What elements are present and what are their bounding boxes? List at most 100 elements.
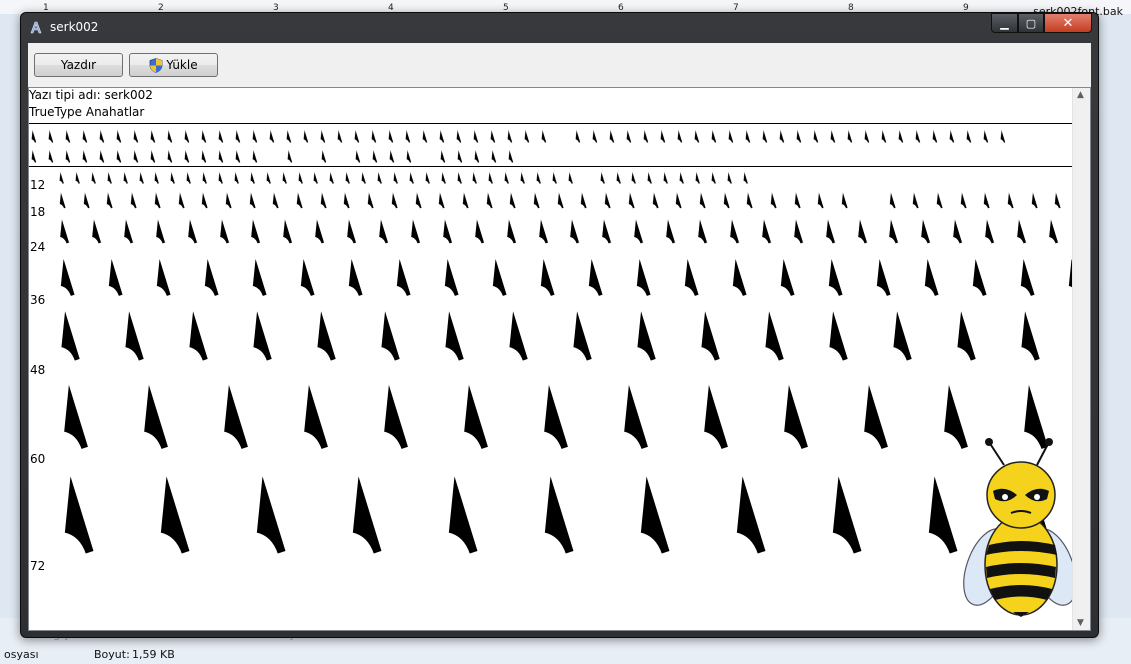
arrowhead-glyph-icon — [520, 171, 526, 185]
arrowhead-glyph-icon — [329, 171, 335, 185]
arrowhead-glyph-icon — [234, 171, 240, 185]
arrowhead-glyph-icon — [864, 129, 870, 143]
arrowhead-glyph-icon — [536, 171, 542, 185]
arrowhead-glyph-icon — [252, 149, 258, 163]
arrowhead-glyph-icon — [91, 218, 102, 244]
arrowhead-glyph-icon — [794, 191, 801, 209]
vertical-scrollbar[interactable]: ▲ ▼ — [1072, 88, 1090, 630]
arrowhead-glyph-icon — [133, 149, 139, 163]
arrowhead-glyph-icon — [949, 129, 955, 143]
close-button[interactable]: ✕ — [1044, 13, 1092, 33]
arrowhead-glyph-icon — [184, 149, 190, 163]
arrowhead-glyph-icon — [761, 218, 772, 244]
arrowhead-glyph-icon — [116, 149, 122, 163]
arrowhead-glyph-icon — [202, 171, 208, 185]
arrowhead-glyph-icon — [702, 381, 730, 451]
arrowhead-glyph-icon — [966, 129, 972, 143]
bee-mascot-icon — [963, 438, 1077, 617]
arrowhead-glyph-icon — [59, 218, 70, 244]
arrowhead-glyph-icon — [1000, 129, 1006, 143]
arrowhead-glyph-icon — [599, 171, 605, 185]
arrowhead-glyph-icon — [764, 308, 785, 362]
arrowhead-glyph-icon — [444, 257, 460, 297]
title-bar[interactable]: serk002 ▁ ▢ ✕ — [21, 13, 1098, 43]
arrowhead-glyph-icon — [150, 129, 156, 143]
arrowhead-glyph-icon — [65, 129, 71, 143]
scroll-down-arrow-icon[interactable]: ▼ — [1077, 618, 1084, 628]
arrowhead-glyph-icon — [813, 129, 819, 143]
arrowhead-glyph-icon — [888, 191, 896, 209]
arrowhead-glyph-icon — [711, 171, 717, 185]
arrowhead-glyph-icon — [588, 257, 604, 297]
arrowhead-glyph-icon — [830, 129, 836, 143]
size-label-48: 48 — [30, 363, 46, 377]
arrowhead-glyph-icon — [456, 171, 462, 185]
arrowhead-glyph-icon — [857, 218, 868, 244]
arrowhead-glyph-icon — [892, 308, 913, 362]
scroll-up-arrow-icon[interactable]: ▲ — [1077, 90, 1084, 100]
maximize-button[interactable]: ▢ — [1018, 13, 1044, 33]
install-button-label: Yükle — [166, 58, 198, 72]
arrowhead-glyph-icon — [474, 149, 480, 163]
arrowhead-glyph-icon — [592, 129, 598, 143]
arrowhead-glyph-icon — [972, 257, 988, 297]
arrowhead-glyph-icon — [876, 257, 892, 297]
arrowhead-glyph-icon — [675, 191, 683, 209]
arrowhead-glyph-icon — [568, 171, 573, 185]
arrowhead-glyph-icon — [444, 308, 465, 362]
minimize-button[interactable]: ▁ — [991, 13, 1018, 33]
arrowhead-glyph-icon — [780, 257, 796, 297]
arrowhead-glyph-icon — [932, 129, 938, 143]
arrowhead-glyph-icon — [572, 308, 593, 362]
arrowhead-glyph-icon — [684, 257, 700, 297]
font-viewer-window: serk002 ▁ ▢ ✕ Yazdır Yükle Yazı tipi adı… — [20, 12, 1099, 638]
arrowhead-glyph-icon — [898, 129, 904, 143]
size-label-12: 12 — [30, 178, 46, 192]
arrowhead-glyph-icon — [509, 191, 517, 209]
arrowhead-glyph-icon — [204, 257, 220, 297]
arrowhead-glyph-icon — [743, 171, 748, 185]
arrowhead-glyph-icon — [732, 257, 748, 297]
arrowhead-glyph-icon — [695, 171, 701, 185]
arrowhead-glyph-icon — [142, 381, 170, 451]
arrowhead-glyph-icon — [354, 129, 360, 143]
arrowhead-glyph-icon — [296, 191, 303, 209]
arrowhead-glyph-icon — [133, 129, 139, 143]
arrowhead-glyph-icon — [60, 308, 81, 362]
arrowhead-glyph-icon — [406, 149, 412, 163]
arrowhead-glyph-icon — [31, 129, 37, 143]
arrowhead-glyph-icon — [405, 129, 411, 143]
install-button[interactable]: Yükle — [129, 53, 218, 77]
arrowhead-glyph-icon — [124, 308, 145, 362]
arrowhead-glyph-icon — [473, 129, 479, 143]
arrowhead-glyph-icon — [251, 218, 261, 244]
arrowhead-glyph-icon — [321, 149, 327, 163]
arrowhead-glyph-icon — [388, 129, 394, 143]
arrowhead-glyph-icon — [462, 191, 469, 209]
arrowhead-glyph-icon — [378, 218, 389, 244]
arrowhead-glyph-icon — [462, 381, 490, 451]
arrowhead-glyph-icon — [249, 191, 256, 209]
arrowhead-glyph-icon — [138, 171, 144, 185]
arrowhead-glyph-icon — [389, 149, 395, 163]
uac-shield-icon — [149, 57, 163, 73]
arrowhead-glyph-icon — [847, 129, 853, 143]
arrowhead-glyph-icon — [303, 129, 309, 143]
arrowhead-glyph-icon — [300, 257, 316, 297]
arrowhead-glyph-icon — [83, 191, 90, 209]
arrowhead-glyph-icon — [201, 129, 207, 143]
arrowhead-glyph-icon — [622, 381, 650, 451]
arrowhead-glyph-icon — [472, 171, 478, 185]
arrowhead-glyph-icon — [377, 171, 383, 185]
arrowhead-glyph-icon — [159, 472, 192, 556]
arrowhead-glyph-icon — [779, 129, 785, 143]
arrowhead-glyph-icon — [266, 171, 271, 185]
arrowhead-glyph-icon — [372, 149, 378, 163]
arrowhead-glyph-icon — [302, 381, 330, 451]
print-button[interactable]: Yazdır — [34, 53, 123, 77]
arrowhead-glyph-icon — [391, 191, 398, 209]
arrowhead-glyph-icon — [281, 171, 287, 185]
arrowhead-glyph-icon — [912, 191, 920, 209]
arrowhead-glyph-icon — [252, 257, 268, 297]
size-value: 1,59 KB — [132, 648, 175, 661]
